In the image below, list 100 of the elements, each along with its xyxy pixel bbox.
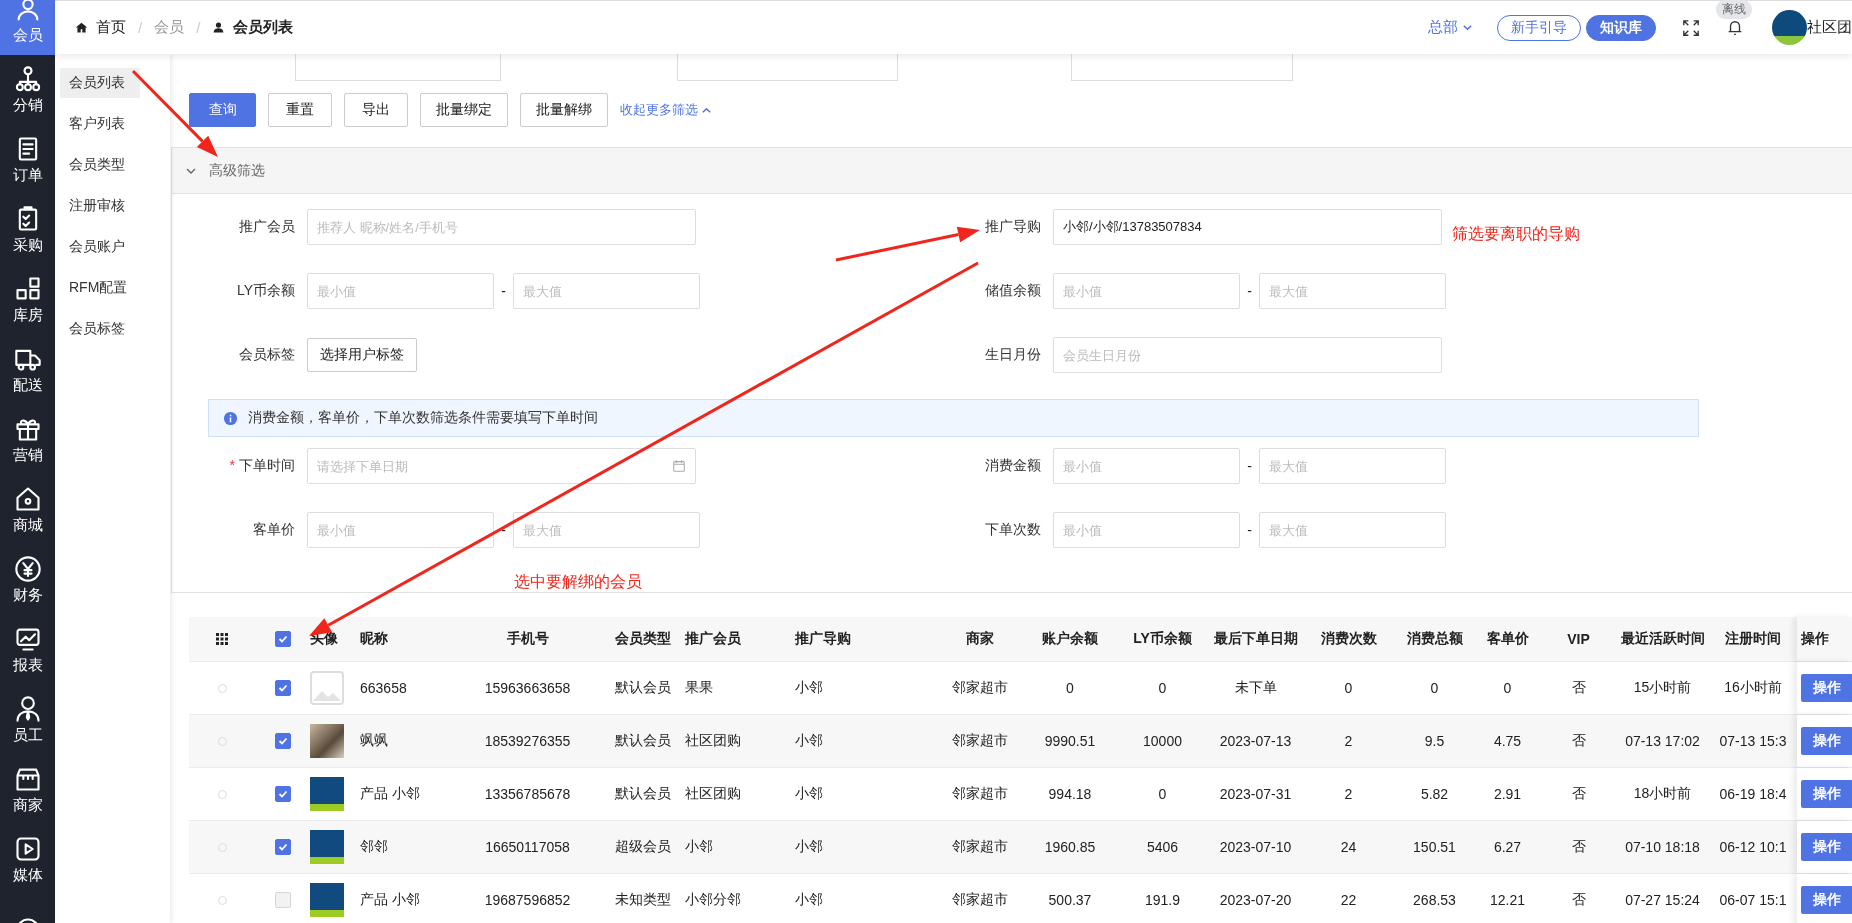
range-separator: - <box>1246 283 1253 299</box>
column-header: 会员类型 <box>613 629 672 648</box>
nav-item[interactable]: 财务 <box>0 545 55 615</box>
table-cell-text: 0 <box>1343 679 1354 698</box>
table-cell-text: 18539276355 <box>483 732 572 751</box>
max-input[interactable]: 最大值 <box>513 273 700 309</box>
action-button[interactable]: 操作 <box>1801 780 1852 808</box>
nav-item[interactable]: 营销 <box>0 405 55 475</box>
max-input[interactable]: 最大值 <box>1259 273 1446 309</box>
column-header: 手机号 <box>505 629 550 648</box>
collapse-link[interactable]: 收起更多筛选 <box>620 101 712 119</box>
column-header: 推广会员 <box>685 629 742 648</box>
nav-item[interactable]: 采购 <box>0 195 55 265</box>
min-input[interactable]: 最小值 <box>307 512 494 548</box>
org-dropdown[interactable]: 总部 <box>1428 18 1473 37</box>
photo-placeholder <box>310 724 344 758</box>
table-cell-text: 07-13 15:3 <box>1718 732 1788 751</box>
checkbox[interactable] <box>274 631 291 647</box>
breadcrumb-item: 会员列表 <box>233 18 294 37</box>
checkmark-icon <box>276 735 289 747</box>
action-button[interactable]: 导出 <box>344 93 408 127</box>
action-button[interactable]: 操作 <box>1801 886 1852 914</box>
input-field[interactable] <box>1071 54 1293 81</box>
action-button[interactable]: 批量解绑 <box>520 93 608 127</box>
bell-icon[interactable] <box>1726 18 1744 37</box>
subnav-item[interactable]: 会员列表 <box>60 68 140 98</box>
checkbox[interactable] <box>274 680 291 696</box>
column-header: 消费次数 <box>1319 629 1378 648</box>
nav-item[interactable]: 商城 <box>0 475 55 545</box>
nav-item[interactable]: 媒体 <box>0 825 55 895</box>
nav-item[interactable]: 分销 <box>0 55 55 125</box>
min-input[interactable]: 最小值 <box>307 273 494 309</box>
input-field[interactable] <box>295 54 501 81</box>
required-mark: * <box>229 457 235 475</box>
action-button[interactable]: 操作 <box>1801 833 1852 861</box>
checkbox[interactable] <box>274 733 291 749</box>
breadcrumb-separator: / <box>138 19 143 36</box>
action-button[interactable]: 重置 <box>268 93 332 127</box>
nav-item[interactable]: 配送 <box>0 335 55 405</box>
subnav-item[interactable]: 会员标签 <box>60 314 140 344</box>
max-input[interactable]: 最大值 <box>513 512 700 548</box>
input-field[interactable]: 小邻/小邻/13783507834 <box>1053 209 1442 245</box>
column-header: 注册时间 <box>1724 629 1782 648</box>
action-button[interactable]: 查询 <box>189 93 256 127</box>
input-field[interactable]: 推荐人 昵称/姓名/手机号 <box>307 209 696 245</box>
table-cell-text: 4.75 <box>1492 732 1523 751</box>
table-cell-text: 默认会员 <box>613 731 672 750</box>
table-cell-text: 邻家超市 <box>951 890 1009 909</box>
table-cell-text: 500.37 <box>1047 891 1093 910</box>
subnav-item[interactable]: RFM配置 <box>60 273 140 303</box>
subnav-item[interactable]: 会员账户 <box>60 232 140 262</box>
range-separator: - <box>500 522 507 538</box>
min-input[interactable]: 最小值 <box>1053 273 1240 309</box>
nav-item[interactable]: 会员 <box>0 0 55 55</box>
min-input[interactable]: 最小值 <box>1053 448 1240 484</box>
table-cell-text: 小邻 <box>795 678 824 697</box>
checkbox[interactable] <box>274 786 291 802</box>
fullscreen-icon[interactable] <box>1682 18 1700 37</box>
nav-item[interactable]: 报表 <box>0 615 55 685</box>
nav-item[interactable]: 商家 <box>0 755 55 825</box>
action-button[interactable]: 操作 <box>1801 674 1852 702</box>
subnav-item[interactable]: 注册审核 <box>60 191 140 221</box>
input-field[interactable]: 会员生日月份 <box>1053 337 1442 373</box>
table-cell-text: 小邻 <box>795 890 824 909</box>
nav-item[interactable]: 订单 <box>0 125 55 195</box>
table-cell-text: 2 <box>1343 785 1354 804</box>
nav-item[interactable]: 员工 <box>0 685 55 755</box>
table-cell-text: 0 <box>1157 679 1168 698</box>
date-field[interactable]: 请选择下单日期 <box>307 448 696 484</box>
action-button[interactable]: 操作 <box>1801 727 1852 755</box>
nav-item[interactable]: 库房 <box>0 265 55 335</box>
table-cell-text: 产品 小邻 <box>360 784 421 803</box>
panel-header[interactable]: 高级筛选 <box>172 148 1852 194</box>
user-name[interactable]: 社区团 <box>1807 18 1852 37</box>
header-button[interactable]: 新手引导 <box>1497 14 1581 41</box>
select-tags-button[interactable]: 选择用户标签 <box>307 338 417 372</box>
table-cell-text: 2023-07-31 <box>1218 785 1293 804</box>
table-cell-text: 未下单 <box>1233 678 1278 697</box>
table-cell-text: 9.5 <box>1423 732 1446 751</box>
max-input[interactable]: 最大值 <box>1259 448 1446 484</box>
table-cell-text: 9990.51 <box>1043 732 1097 751</box>
logo-avatar[interactable] <box>1772 10 1807 45</box>
table-cell-text: 994.18 <box>1047 785 1093 804</box>
annotation-text: 筛选要离职的导购 <box>1452 224 1580 244</box>
breadcrumb-item[interactable]: 首页 <box>96 18 126 37</box>
table-cell-text: 18小时前 <box>1632 784 1693 803</box>
subnav-item[interactable]: 客户列表 <box>60 109 140 139</box>
table-cell-text: 19687596852 <box>483 891 572 910</box>
action-button[interactable]: 批量绑定 <box>420 93 508 127</box>
min-input[interactable]: 最小值 <box>1053 512 1240 548</box>
column-header: VIP <box>1566 630 1591 649</box>
column-header: 消费总额 <box>1405 629 1464 648</box>
input-field[interactable] <box>677 54 898 81</box>
table-cell-text: 小邻 <box>795 731 824 750</box>
max-input[interactable]: 最大值 <box>1259 512 1446 548</box>
subnav-item[interactable]: 会员类型 <box>60 150 140 180</box>
field-label: 客单价 <box>253 521 295 539</box>
header-button[interactable]: 知识库 <box>1586 14 1656 41</box>
grid-icon[interactable] <box>216 633 228 645</box>
checkbox[interactable] <box>274 839 291 855</box>
